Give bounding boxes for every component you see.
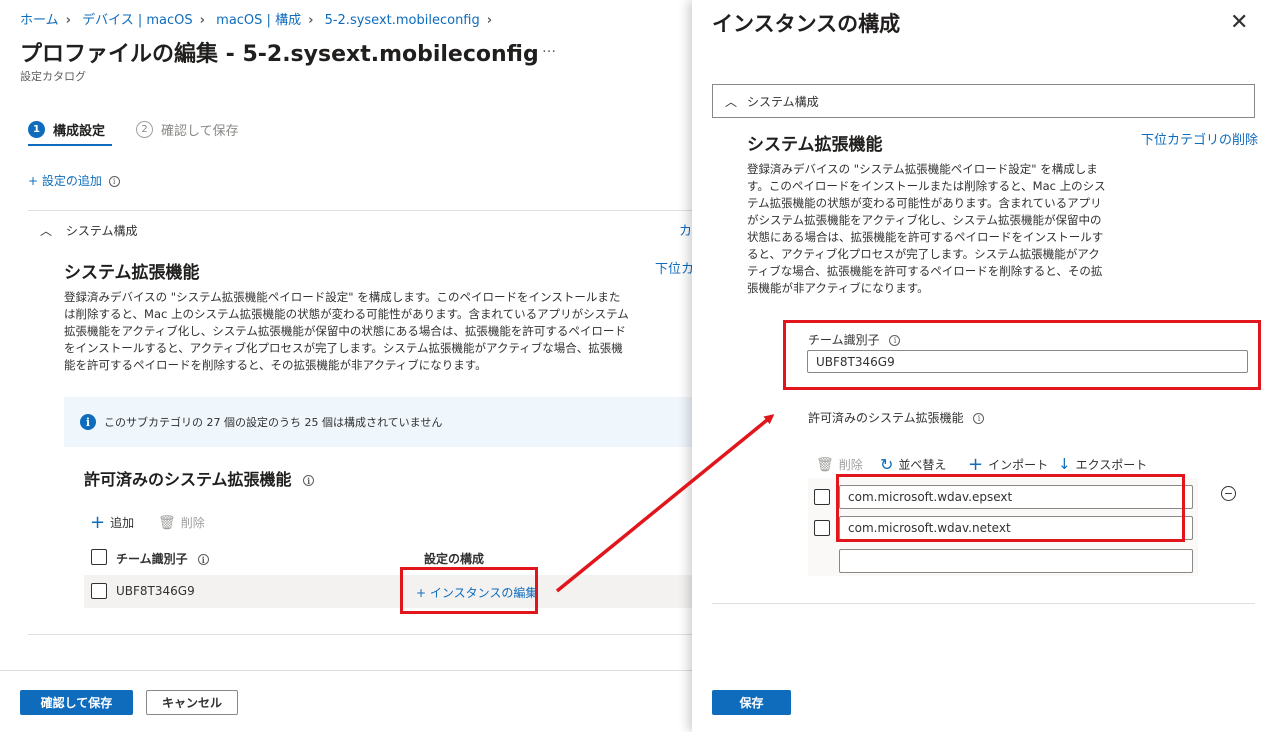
annotation-arrow xyxy=(555,414,775,593)
arrow-line xyxy=(555,414,775,593)
